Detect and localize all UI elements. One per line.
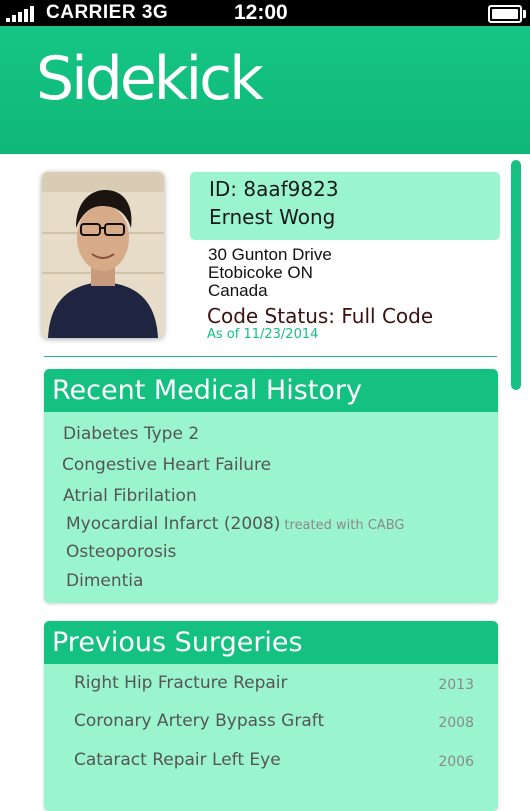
address-line-2: Etobicoke ON: [208, 263, 313, 282]
history-item[interactable]: Dimentia: [66, 571, 143, 591]
history-item-label: Congestive Heart Failure: [62, 455, 272, 475]
patient-photo: [42, 172, 164, 338]
medical-history-card: Recent Medical History Diabetes Type 2 C…: [44, 369, 498, 603]
surgery-year: 2008: [438, 715, 474, 731]
app-logo: Sidekick: [36, 44, 264, 114]
surgery-year: 2013: [438, 677, 474, 693]
surgeries-card: Previous Surgeries Right Hip Fracture Re…: [44, 621, 498, 811]
surgery-item-label: Cataract Repair Left Eye: [74, 750, 281, 770]
patient-address: 30 Gunton Drive Etobicoke ON Canada: [208, 246, 332, 300]
scroll-indicator[interactable]: [511, 160, 521, 390]
network-type: 3G: [141, 2, 169, 23]
carrier-label: CARRIER 3G: [46, 2, 168, 24]
battery-icon: [488, 5, 526, 23]
carrier-name: CARRIER: [46, 2, 137, 23]
patient-id: ID: 8aaf9823: [209, 177, 339, 201]
history-item[interactable]: Congestive Heart Failure: [62, 455, 271, 475]
history-item-label: Osteoporosis: [66, 542, 177, 562]
surgery-item[interactable]: Right Hip Fracture Repair: [74, 673, 288, 693]
status-bar: CARRIER 3G 12:00: [0, 0, 530, 26]
history-item-label: Myocardial Infarct (2008): [66, 514, 281, 534]
section-divider: [44, 356, 497, 357]
history-item[interactable]: Atrial Fibrilation: [63, 486, 197, 506]
clock: 12:00: [234, 1, 288, 24]
code-status: Code Status: Full Code: [207, 304, 434, 328]
patient-photo-image: [42, 172, 164, 338]
surgery-item[interactable]: Cataract Repair Left Eye: [74, 750, 281, 770]
history-item[interactable]: Myocardial Infarct (2008) treated with CA…: [66, 514, 404, 534]
history-item-label: Diabetes Type 2: [63, 424, 200, 444]
code-status-date: As of 11/23/2014: [207, 327, 319, 342]
surgery-item-label: Coronary Artery Bypass Graft: [74, 711, 325, 731]
app-header: Sidekick: [0, 26, 530, 154]
history-item-note: treated with CABG: [284, 518, 405, 533]
surgery-item[interactable]: Coronary Artery Bypass Graft: [74, 711, 324, 731]
history-item-label: Dimentia: [66, 571, 144, 591]
patient-name: Ernest Wong: [209, 205, 336, 229]
medical-history-title: Recent Medical History: [44, 369, 498, 412]
surgeries-title: Previous Surgeries: [44, 621, 498, 664]
patient-id-card: ID: 8aaf9823 Ernest Wong: [190, 172, 500, 240]
surgery-year: 2006: [438, 754, 474, 770]
signal-strength-icon: [6, 6, 36, 22]
address-line-3: Canada: [208, 281, 268, 300]
surgery-item-label: Right Hip Fracture Repair: [74, 673, 288, 693]
history-item[interactable]: Diabetes Type 2: [63, 424, 199, 444]
history-item[interactable]: Osteoporosis: [66, 542, 176, 562]
address-line-1: 30 Gunton Drive: [208, 245, 332, 264]
history-item-label: Atrial Fibrilation: [63, 486, 197, 506]
